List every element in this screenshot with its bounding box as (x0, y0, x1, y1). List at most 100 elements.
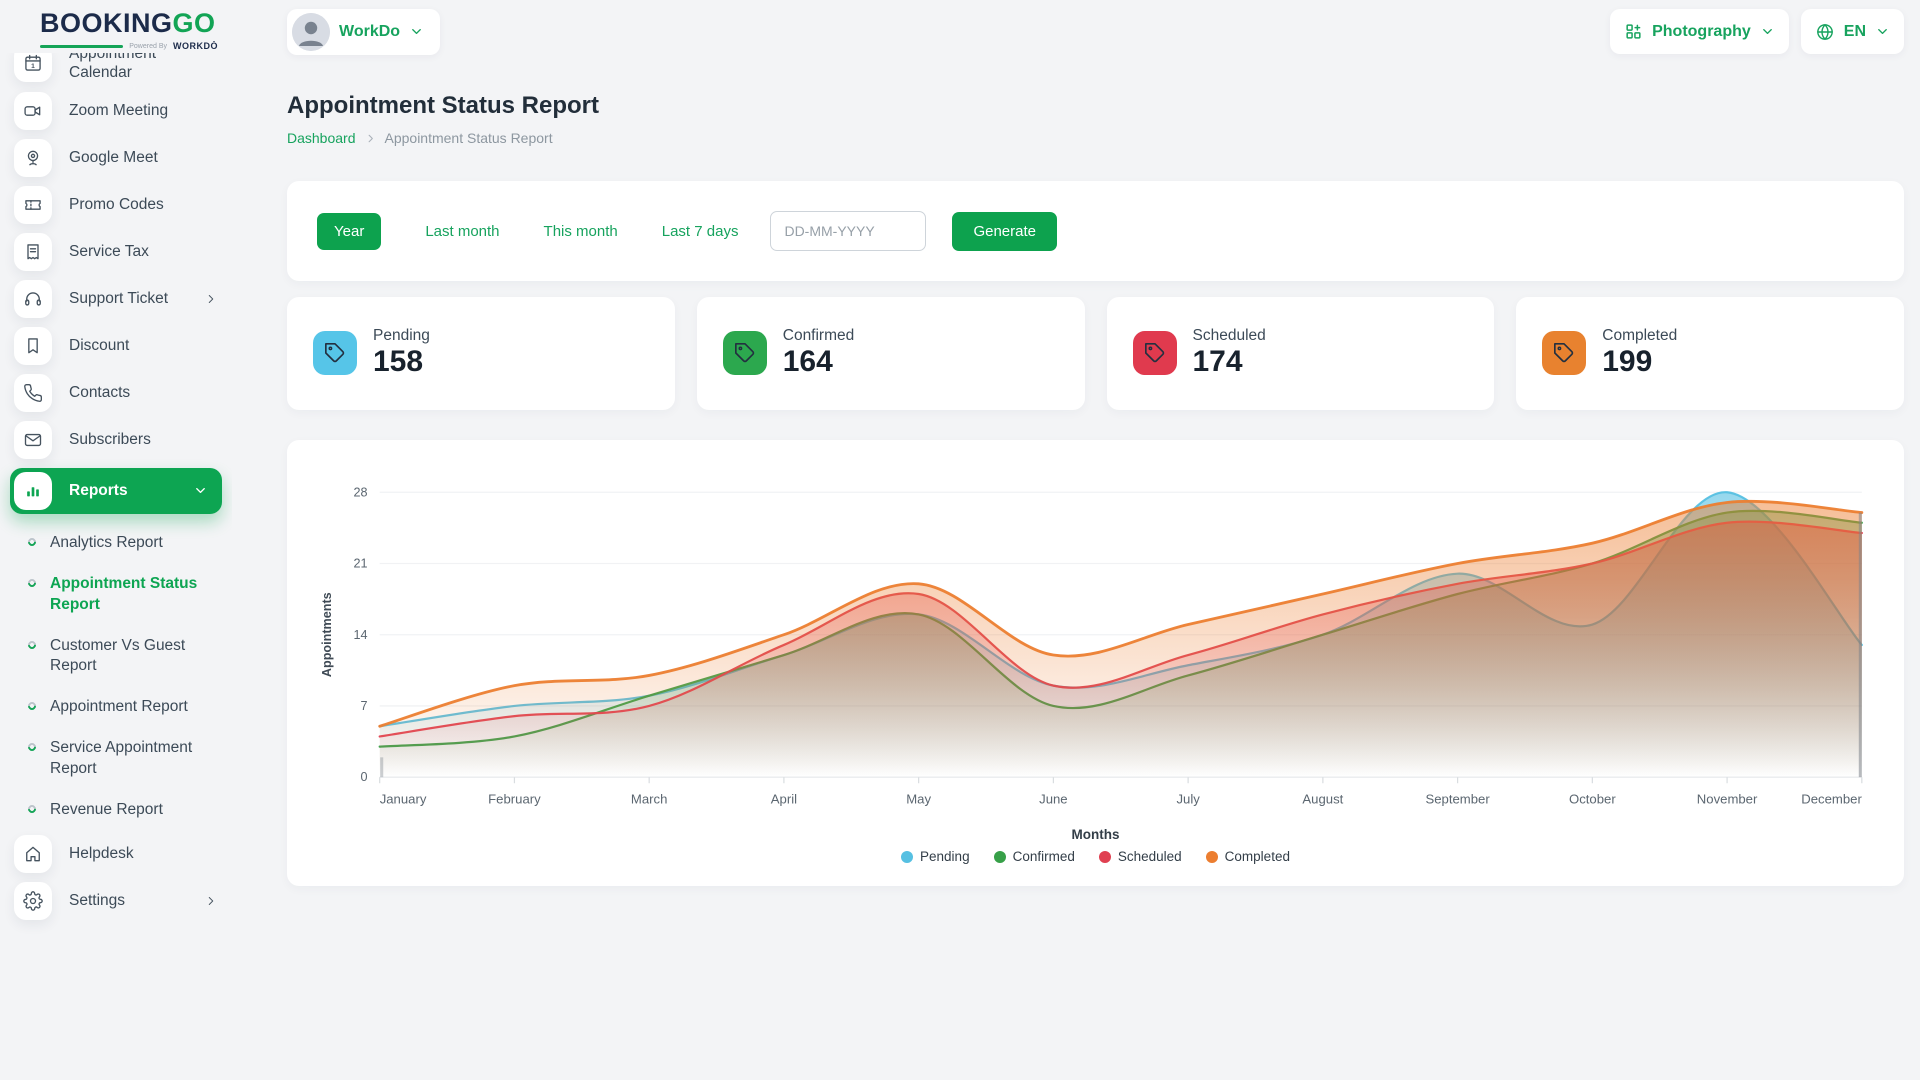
legend-dot-icon (1206, 851, 1218, 863)
chart-legend: Pending Confirmed Scheduled Completed (315, 849, 1876, 868)
svg-text:1: 1 (31, 63, 35, 70)
brand-logo[interactable]: BOOKINGGO Powered By WORKDȮ (0, 0, 232, 53)
svg-text:7: 7 (361, 698, 368, 712)
sidebar-subitem-revenue-report[interactable]: Revenue Report (14, 790, 222, 831)
bullet-icon (26, 701, 37, 712)
svg-text:October: October (1569, 791, 1616, 806)
svg-text:January: January (380, 791, 427, 806)
powered-brand-text: WORKDȮ (173, 41, 218, 51)
chevron-down-icon (1875, 24, 1890, 39)
sidebar-item-helpdesk[interactable]: Helpdesk (14, 835, 222, 873)
sidebar-item-reports[interactable]: Reports (10, 468, 222, 514)
language-dropdown[interactable]: EN (1801, 9, 1904, 54)
bullet-icon (26, 803, 37, 814)
page-title: Appointment Status Report (287, 92, 1904, 120)
svg-text:May: May (906, 791, 931, 806)
sidebar-subitem-service-appointment-report[interactable]: Service Appointment Report (14, 728, 222, 790)
last-7-days-filter-link[interactable]: Last 7 days (662, 223, 739, 240)
sidebar-subitem-customer-vs-guest-report[interactable]: Customer Vs Guest Report (14, 626, 222, 688)
sidebar-item-settings[interactable]: Settings (14, 882, 222, 920)
sidebar-item-subscribers[interactable]: Subscribers (14, 421, 222, 459)
brand-name-accent: GO (173, 8, 216, 38)
topbar: WorkDo Photography EN (287, 0, 1904, 56)
sidebar-subitem-label: Revenue Report (50, 800, 163, 821)
chart-x-axis-title: Months (315, 827, 1876, 842)
tag-icon (723, 331, 767, 375)
this-month-filter-link[interactable]: This month (544, 223, 618, 240)
legend-item-completed[interactable]: Completed (1206, 849, 1290, 864)
date-input[interactable] (770, 211, 926, 251)
breadcrumb-dashboard-link[interactable]: Dashboard (287, 130, 356, 146)
stat-value: 199 (1602, 345, 1677, 380)
legend-item-pending[interactable]: Pending (901, 849, 970, 864)
tag-icon (313, 331, 357, 375)
svg-text:Appointments: Appointments (320, 592, 334, 677)
language-label: EN (1844, 23, 1866, 41)
gear-icon (14, 882, 52, 920)
tag-icon (1133, 331, 1177, 375)
sidebar-item-label: Google Meet (69, 148, 158, 167)
stat-label: Confirmed (783, 327, 855, 345)
sidebar-subitem-label: Service Appointment Report (50, 738, 222, 780)
sidebar-item-label: Settings (69, 891, 125, 910)
sidebar-nav: 1 Appointment Calendar Zoom Meeting Goog… (0, 44, 232, 1072)
workspace-dropdown[interactable]: WorkDo (287, 9, 440, 55)
sidebar-item-label: Zoom Meeting (69, 101, 168, 120)
bullet-icon (26, 639, 37, 650)
sidebar-subitem-appointment-report[interactable]: Appointment Report (14, 687, 222, 728)
svg-text:September: September (1426, 791, 1491, 806)
appointment-status-chart-card: 07142128JanuaryFebruaryMarchAprilMayJune… (287, 440, 1904, 887)
generate-button[interactable]: Generate (952, 212, 1057, 251)
sidebar: BOOKINGGO Powered By WORKDȮ 1 Appointme… (0, 0, 232, 1080)
app-switcher-label: Photography (1652, 23, 1751, 41)
bullet-icon (26, 742, 37, 753)
breadcrumb-current: Appointment Status Report (385, 130, 553, 146)
envelope-icon (14, 421, 52, 459)
powered-by-text: Powered By (129, 43, 167, 50)
legend-label: Completed (1225, 849, 1290, 864)
chevron-down-icon (409, 24, 424, 39)
svg-text:July: July (1176, 791, 1200, 806)
svg-text:December: December (1801, 791, 1862, 806)
sidebar-subitem-label: Appointment Report (50, 697, 188, 718)
headset-icon (14, 280, 52, 318)
legend-item-confirmed[interactable]: Confirmed (994, 849, 1075, 864)
legend-item-scheduled[interactable]: Scheduled (1099, 849, 1182, 864)
brand-name: BOOKINGGO (40, 10, 218, 37)
sidebar-item-label: Service Tax (69, 242, 149, 261)
bullet-icon (26, 536, 37, 547)
sidebar-subitem-appointment-status-report[interactable]: Appointment Status Report (14, 564, 222, 626)
sidebar-subitem-label: Appointment Status Report (50, 574, 222, 616)
sidebar-item-support-ticket[interactable]: Support Ticket (14, 280, 222, 318)
legend-dot-icon (994, 851, 1006, 863)
sidebar-item-google-meet[interactable]: Google Meet (14, 139, 222, 177)
svg-text:August: August (1302, 791, 1343, 806)
chevron-down-icon (1760, 24, 1775, 39)
svg-text:November: November (1697, 791, 1758, 806)
stat-value: 164 (783, 345, 855, 380)
home-icon (14, 835, 52, 873)
svg-text:28: 28 (354, 485, 368, 499)
brand-underline (40, 45, 123, 48)
sidebar-item-contacts[interactable]: Contacts (14, 374, 222, 412)
svg-text:June: June (1039, 791, 1067, 806)
sidebar-item-label: Helpdesk (69, 844, 134, 863)
sidebar-item-label: Promo Codes (69, 195, 164, 214)
sidebar-item-service-tax[interactable]: Service Tax (14, 233, 222, 271)
app-switcher-dropdown[interactable]: Photography (1610, 9, 1789, 54)
sidebar-item-zoom-meeting[interactable]: Zoom Meeting (14, 92, 222, 130)
stat-card-pending: Pending 158 (287, 297, 675, 410)
stat-value: 174 (1193, 345, 1266, 380)
sidebar-item-discount[interactable]: Discount (14, 327, 222, 365)
topbar-right: Photography EN (1610, 9, 1904, 54)
sidebar-item-label: Subscribers (69, 430, 151, 449)
last-month-filter-link[interactable]: Last month (425, 223, 499, 240)
stats-row: Pending 158 Confirmed 164 Scheduled 174 (287, 297, 1904, 410)
sidebar-item-label: Discount (69, 336, 129, 355)
sidebar-item-label: Support Ticket (69, 289, 168, 308)
year-filter-button[interactable]: Year (317, 213, 381, 250)
grid-plus-icon (1624, 22, 1643, 41)
svg-text:April: April (771, 791, 797, 806)
sidebar-item-promo-codes[interactable]: Promo Codes (14, 186, 222, 224)
sidebar-subitem-analytics-report[interactable]: Analytics Report (14, 523, 222, 564)
